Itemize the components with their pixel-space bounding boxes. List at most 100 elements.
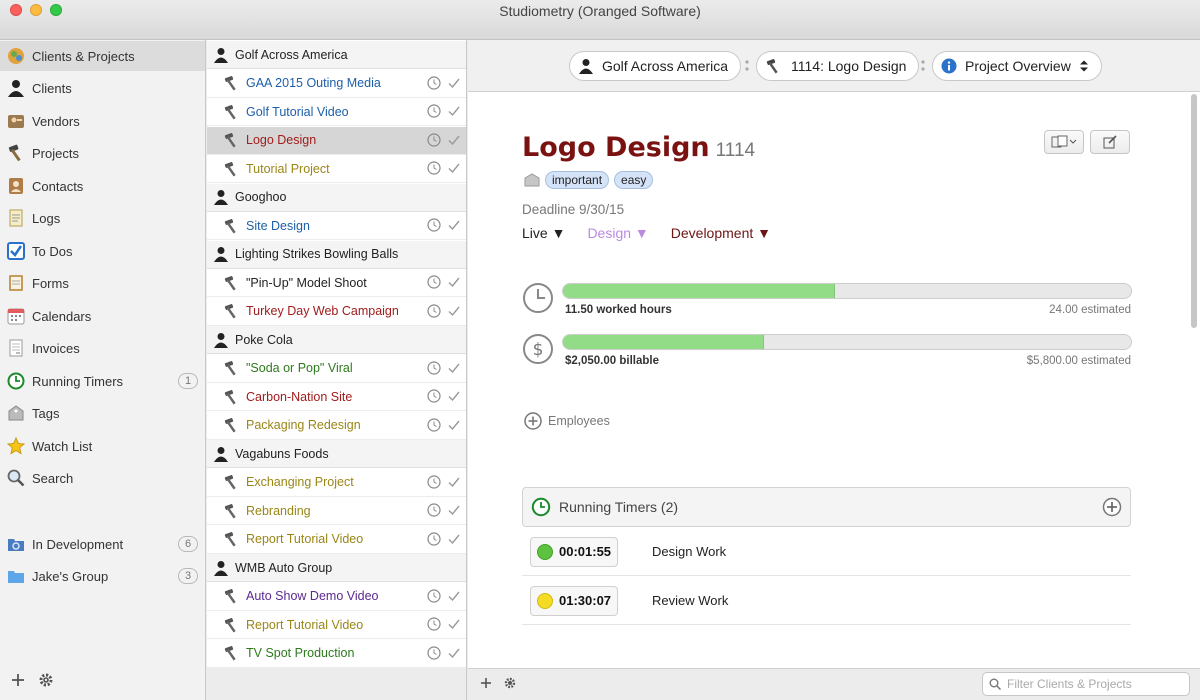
checkmark-icon[interactable] (447, 218, 461, 232)
timer-time-button[interactable]: 01:30:07 (530, 585, 618, 616)
project-row[interactable]: Exchanging Project (207, 469, 466, 497)
project-row[interactable]: Tutorial Project (207, 155, 466, 183)
smart-group-in-development[interactable]: In Development 6 (0, 529, 205, 559)
sidebar-item-todos[interactable]: To Dos (0, 236, 205, 266)
timer-start-icon[interactable] (427, 503, 441, 517)
timer-start-icon[interactable] (427, 531, 441, 546)
project-row[interactable]: Logo Design (207, 126, 466, 155)
tag-chip[interactable]: easy (614, 171, 654, 189)
add-employees-button[interactable]: Employees (524, 412, 610, 430)
project-row[interactable]: "Pin-Up" Model Shoot (207, 269, 466, 297)
checkmark-icon[interactable] (447, 104, 461, 118)
filter-input[interactable] (1007, 677, 1177, 691)
clients-projects-icon (6, 46, 26, 66)
timer-start-icon[interactable] (427, 645, 441, 660)
sidebar-item-tags[interactable]: Tags (0, 398, 205, 428)
timer-row[interactable]: 01:30:07 Review Work (522, 577, 1131, 625)
project-row[interactable]: Rebranding (207, 497, 466, 525)
sidebar-item-forms[interactable]: Forms (0, 268, 205, 298)
timer-start-icon[interactable] (427, 75, 441, 90)
sidebar-item-running-timers[interactable]: Running Timers 1 (0, 366, 205, 396)
add-icon[interactable] (10, 672, 26, 691)
sidebar-item-invoices[interactable]: Invoices (0, 333, 205, 363)
client-group-header[interactable]: WMB Auto Group (207, 554, 466, 582)
checkmark-icon[interactable] (447, 304, 461, 318)
checkmark-icon[interactable] (447, 418, 461, 432)
add-icon[interactable] (480, 677, 492, 692)
timer-start-icon[interactable] (427, 617, 441, 631)
path-client-button[interactable]: Golf Across America (569, 51, 742, 81)
sidebar-item-watch-list[interactable]: Watch List (0, 431, 205, 461)
project-row[interactable]: Report Tutorial Video (207, 611, 466, 639)
checkmark-icon[interactable] (447, 133, 461, 147)
project-row[interactable]: "Soda or Pop" Viral (207, 355, 466, 383)
timer-start-icon[interactable] (427, 132, 441, 147)
sidebar-item-projects[interactable]: Projects (0, 138, 205, 168)
sidebar-item-search[interactable]: Search (0, 463, 205, 493)
edit-button[interactable] (1090, 130, 1130, 154)
client-group-header[interactable]: Googhoo (207, 183, 466, 212)
contacts-icon (6, 176, 26, 196)
project-row[interactable]: Golf Tutorial Video (207, 98, 466, 126)
timer-start-icon[interactable] (427, 417, 441, 432)
client-group-header[interactable]: Golf Across America (207, 41, 466, 69)
timer-start-icon[interactable] (427, 360, 441, 375)
checkmark-icon[interactable] (447, 76, 461, 90)
path-view-button[interactable]: Project Overview (932, 51, 1102, 81)
project-row[interactable]: Auto Show Demo Video (207, 583, 466, 611)
timer-start-icon[interactable] (427, 389, 441, 403)
timer-time-button[interactable]: 00:01:55 (530, 536, 618, 567)
checkmark-icon[interactable] (447, 389, 461, 403)
checkmark-icon[interactable] (447, 475, 461, 489)
checkmark-icon[interactable] (447, 275, 461, 289)
status-development-dropdown[interactable]: Development ▼ (671, 225, 771, 241)
project-row[interactable]: Turkey Day Web Campaign (207, 298, 466, 326)
timer-start-icon[interactable] (427, 588, 441, 603)
checkmark-icon[interactable] (447, 532, 461, 546)
gear-icon[interactable] (504, 677, 516, 692)
sidebar-item-calendars[interactable]: Calendars (0, 301, 205, 331)
client-group-header[interactable]: Lighting Strikes Bowling Balls (207, 240, 466, 269)
project-row[interactable]: Site Design (207, 212, 466, 240)
hammer-icon (224, 418, 236, 433)
project-row[interactable]: Carbon-Nation Site (207, 383, 466, 411)
checkmark-icon[interactable] (447, 361, 461, 375)
checkmark-icon[interactable] (447, 589, 461, 603)
timer-start-icon[interactable] (427, 104, 441, 118)
tag-chip[interactable]: important (545, 171, 610, 189)
count-badge: 6 (178, 536, 198, 552)
checkmark-icon[interactable] (447, 161, 461, 175)
client-group-header[interactable]: Poke Cola (207, 326, 466, 354)
status-live-dropdown[interactable]: Live ▼ (522, 225, 565, 241)
sidebar-item-clients-projects[interactable]: Clients & Projects (0, 41, 205, 71)
hammer-icon (224, 104, 236, 119)
add-timer-button[interactable] (1102, 497, 1122, 520)
client-group-header[interactable]: Vagabuns Foods (207, 440, 466, 468)
timer-start-icon[interactable] (427, 161, 441, 175)
path-project-button[interactable]: 1114: Logo Design (756, 51, 920, 81)
checkmark-icon[interactable] (447, 503, 461, 517)
project-row[interactable]: TV Spot Production (207, 640, 466, 668)
timer-start-icon[interactable] (427, 275, 441, 289)
timer-start-icon[interactable] (427, 303, 441, 318)
view-options-button[interactable] (1044, 130, 1084, 154)
timer-start-icon[interactable] (427, 474, 441, 489)
smart-group-jakes-group[interactable]: Jake's Group 3 (0, 561, 205, 591)
vertical-scrollbar[interactable] (1191, 94, 1197, 328)
checkmark-icon[interactable] (447, 646, 461, 660)
project-row[interactable]: GAA 2015 Outing Media (207, 70, 466, 98)
person-icon (214, 190, 228, 205)
gear-icon[interactable] (38, 672, 54, 691)
sidebar-item-logs[interactable]: Logs (0, 203, 205, 233)
sidebar-item-contacts[interactable]: Contacts (0, 171, 205, 201)
sidebar-item-clients[interactable]: Clients (0, 73, 205, 103)
timer-row[interactable]: 00:01:55 Design Work (522, 528, 1131, 576)
project-row[interactable]: Packaging Redesign (207, 412, 466, 440)
sidebar-item-vendors[interactable]: Vendors (0, 106, 205, 136)
timer-start-icon[interactable] (427, 218, 441, 232)
filter-field[interactable] (982, 672, 1190, 696)
project-row[interactable]: Report Tutorial Video (207, 526, 466, 554)
checkmark-icon[interactable] (447, 617, 461, 631)
status-design-dropdown[interactable]: Design ▼ (587, 225, 648, 241)
forms-icon (6, 273, 26, 293)
